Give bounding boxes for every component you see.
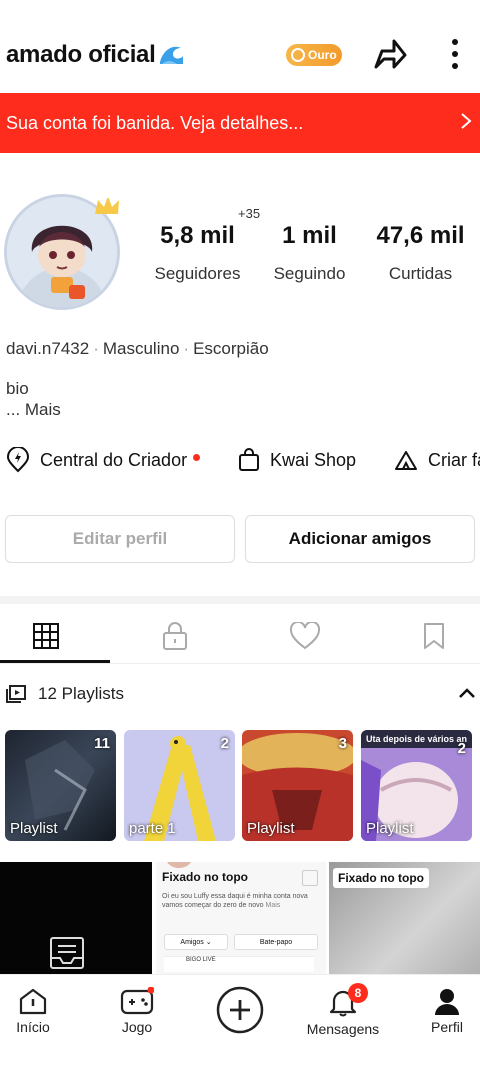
pinned-label: Fixado no topo — [333, 868, 429, 888]
active-tab-indicator — [0, 660, 110, 663]
video-thumbnail[interactable] — [0, 862, 152, 974]
coin-icon — [291, 48, 305, 62]
tab-bar-line — [0, 663, 480, 664]
bigo-row: BIGO LIVE — [164, 956, 314, 972]
avatar — [166, 862, 192, 868]
playlist-label: Playlist — [247, 820, 295, 837]
nav-messages[interactable]: 8 Mensagens — [298, 983, 388, 1037]
nav-game[interactable]: Jogo — [92, 987, 182, 1035]
location-pin-icon — [6, 447, 30, 473]
followers-delta: +35 — [238, 206, 261, 221]
zodiac-sign: Escorpião — [193, 339, 269, 358]
chat-chip: Bate-papo — [234, 934, 318, 950]
share-icon[interactable] — [372, 37, 408, 76]
grid-icon — [33, 623, 59, 649]
crown-icon — [92, 192, 122, 223]
inbox-icon — [48, 936, 86, 974]
separator-dot: · — [183, 339, 190, 358]
likes-label: Curtidas — [388, 264, 453, 283]
user-icon — [435, 989, 459, 1015]
add-friends-button[interactable]: Adicionar amigos — [245, 515, 475, 563]
playlist-label: Playlist — [10, 820, 58, 837]
playlist-caption: Uta depois de vários an — [366, 734, 468, 744]
create-label: Criar fa — [428, 449, 480, 470]
tab-videos[interactable] — [0, 618, 106, 654]
heart-icon — [289, 622, 321, 650]
playlists-header[interactable]: 12 Playlists — [6, 684, 124, 704]
badge-label: Ouro — [308, 48, 337, 62]
kwai-shop-label: Kwai Shop — [270, 449, 357, 470]
nav-create[interactable] — [195, 985, 285, 1035]
nav-profile[interactable]: Perfil — [402, 987, 480, 1035]
following-stat[interactable]: 1 mil Seguindo — [262, 222, 357, 284]
shopping-bag-icon — [239, 448, 259, 471]
ban-notice-text: Sua conta foi banida. Veja detalhes... — [6, 112, 304, 133]
bookmark-icon — [424, 623, 444, 649]
profile-title: amado oficial — [6, 40, 185, 69]
playlist-card[interactable]: 11 Playlist — [5, 730, 116, 841]
playlist-label: Playlist — [366, 820, 414, 837]
pinned-video[interactable]: Fixado no topo Oi eu sou Luffy essa daqu… — [156, 862, 326, 974]
bio-text: bio — [6, 379, 29, 398]
bio-more-link[interactable]: ... Mais — [6, 399, 61, 420]
profile-name: amado oficial — [6, 41, 156, 68]
tab-liked[interactable] — [245, 618, 365, 654]
friends-chip: Amigos ⌄ — [164, 934, 228, 950]
tent-icon — [395, 451, 417, 470]
playlist-card[interactable]: 3 Playlist — [242, 730, 353, 841]
chevron-up-icon[interactable] — [458, 686, 476, 704]
creator-center-label: Central do Criador — [40, 449, 188, 470]
playlist-label: parte 1 — [129, 820, 176, 837]
following-label: Seguindo — [273, 264, 346, 283]
pinned-label: Fixado no topo — [162, 870, 248, 884]
separator-dot: · — [93, 339, 99, 358]
bio: bio ... Mais — [6, 378, 61, 420]
plus-icon — [216, 986, 264, 1034]
pinned-video[interactable]: Fixado no topo — [329, 862, 480, 974]
playlist-card[interactable]: 2 parte 1 — [124, 730, 235, 841]
edit-profile-button[interactable]: Editar perfil — [5, 515, 235, 563]
followers-stat[interactable]: 5,8 mil Seguidores — [145, 222, 250, 284]
image-icon — [302, 870, 318, 886]
playlist-count: 11 — [94, 735, 110, 752]
messages-badge: 8 — [348, 983, 368, 1003]
nav-profile-label: Perfil — [431, 1019, 463, 1035]
playlist-card[interactable]: Uta depois de vários an 2 Playlist — [361, 730, 472, 841]
gender: Masculino — [102, 339, 180, 358]
chevron-right-icon — [452, 110, 480, 136]
create-link[interactable]: Criar fa — [394, 446, 480, 474]
playlist-count: 3 — [338, 735, 347, 752]
notification-dot — [193, 453, 201, 461]
following-count: 1 mil — [282, 222, 337, 249]
home-icon — [19, 988, 47, 1015]
tab-private[interactable] — [115, 618, 235, 654]
nav-home[interactable]: Início — [0, 987, 78, 1035]
creator-center-link[interactable]: Central do Criador — [6, 446, 201, 474]
post-text: Oi eu sou Luffy essa daqui é minha conta… — [162, 893, 308, 909]
lock-icon — [163, 622, 187, 650]
playlist-count: 2 — [220, 735, 229, 752]
gamepad-icon — [120, 987, 154, 1015]
section-divider — [0, 596, 480, 604]
nav-game-label: Jogo — [121, 1019, 153, 1035]
playlist-count: 2 — [457, 740, 466, 757]
gold-badge[interactable]: Ouro — [286, 44, 342, 66]
wave-emoji-icon — [157, 40, 185, 66]
playlists-count-label: 12 Playlists — [38, 684, 124, 703]
username: davi.n7432 — [6, 339, 90, 358]
followers-label: Seguidores — [154, 264, 241, 283]
more-options-icon[interactable] — [446, 38, 464, 75]
ban-notice-banner[interactable]: Sua conta foi banida. Veja detalhes... — [0, 93, 480, 153]
playlist-icon — [6, 685, 26, 703]
nav-home-label: Início — [16, 1019, 50, 1035]
tab-saved[interactable] — [374, 618, 480, 654]
likes-stat[interactable]: 47,6 mil Curtidas — [368, 222, 473, 284]
bottom-nav: Início Jogo 8 Mensagens Perfil — [0, 974, 480, 1067]
likes-count: 47,6 mil — [376, 222, 465, 249]
followers-count: 5,8 mil — [160, 222, 235, 249]
profile-meta: davi.n7432 · Masculino · Escorpião — [6, 339, 269, 359]
nav-messages-label: Mensagens — [306, 1021, 380, 1037]
kwai-shop-link[interactable]: Kwai Shop — [238, 446, 356, 474]
